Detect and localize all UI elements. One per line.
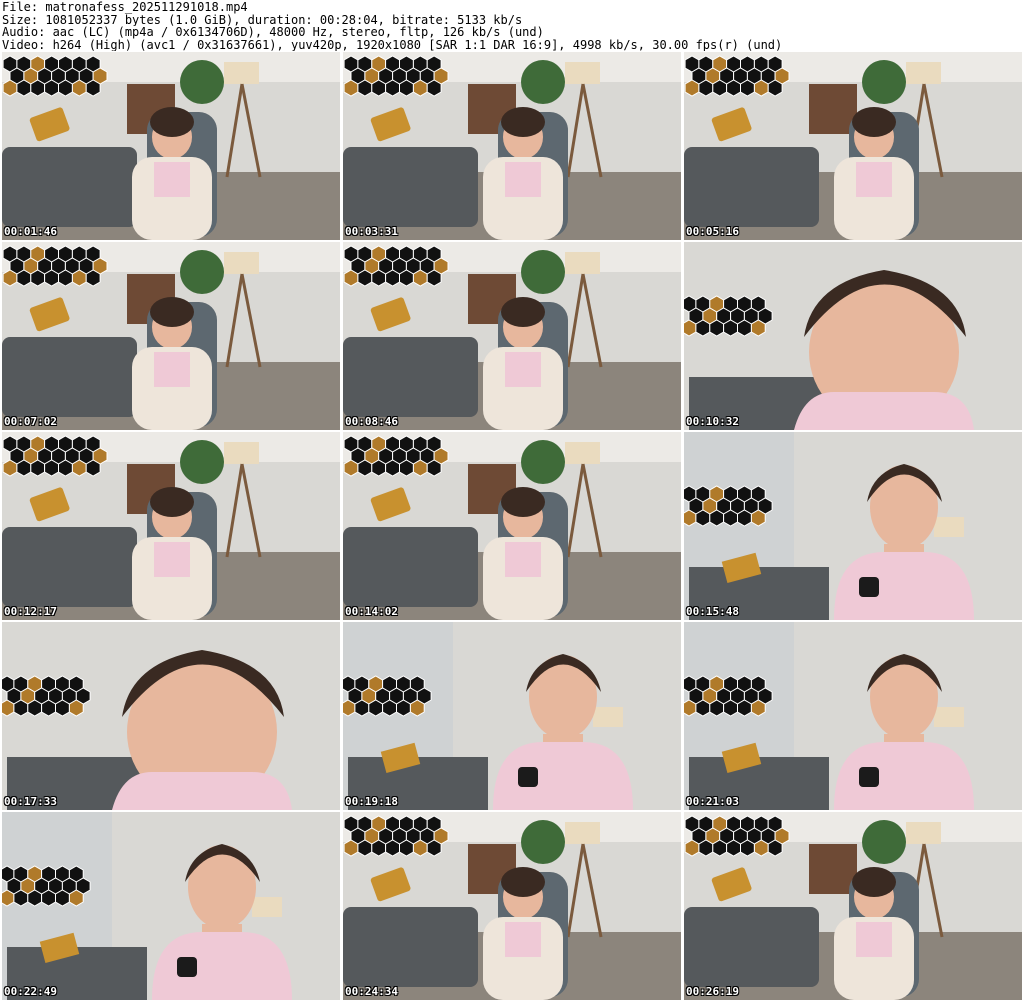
frame-image bbox=[684, 432, 1022, 620]
frame-timestamp: 00:22:49 bbox=[4, 985, 57, 998]
frame-timestamp: 00:10:32 bbox=[686, 415, 739, 428]
thumbnail-frame: 00:26:19 bbox=[684, 812, 1022, 1000]
frame-timestamp: 00:12:17 bbox=[4, 605, 57, 618]
frame-image bbox=[684, 242, 1022, 430]
frame-image bbox=[2, 242, 340, 430]
thumbnail-frame: 00:12:17 bbox=[2, 432, 340, 620]
thumbnail-grid: 00:01:46 00:03:31 00:05:16 00:07:02 00:0… bbox=[2, 52, 1022, 1002]
frame-image bbox=[343, 242, 681, 430]
frame-timestamp: 00:17:33 bbox=[4, 795, 57, 808]
video-info-line: Video: h264 (High) (avc1 / 0x31637661), … bbox=[2, 38, 783, 51]
frame-timestamp: 00:01:46 bbox=[4, 225, 57, 238]
audio-info-line: Audio: aac (LC) (mp4a / 0x6134706D), 480… bbox=[2, 26, 544, 39]
thumbnail-frame: 00:03:31 bbox=[343, 52, 681, 240]
thumbnail-frame: 00:01:46 bbox=[2, 52, 340, 240]
thumbnail-frame: 00:10:32 bbox=[684, 242, 1022, 430]
frame-image bbox=[2, 52, 340, 240]
frame-image bbox=[2, 622, 340, 810]
frame-timestamp: 00:19:18 bbox=[345, 795, 398, 808]
file-name-line: File: matronafess_202511291018.mp4 bbox=[2, 1, 248, 14]
frame-timestamp: 00:08:46 bbox=[345, 415, 398, 428]
frame-timestamp: 00:15:48 bbox=[686, 605, 739, 618]
thumbnail-frame: 00:17:33 bbox=[2, 622, 340, 810]
thumbnail-frame: 00:24:34 bbox=[343, 812, 681, 1000]
thumbnail-frame: 00:22:49 bbox=[2, 812, 340, 1000]
frame-image bbox=[684, 812, 1022, 1000]
thumbnail-frame: 00:21:03 bbox=[684, 622, 1022, 810]
thumbnail-frame: 00:19:18 bbox=[343, 622, 681, 810]
frame-image bbox=[2, 812, 340, 1000]
frame-image bbox=[684, 52, 1022, 240]
frame-image bbox=[343, 812, 681, 1000]
frame-timestamp: 00:14:02 bbox=[345, 605, 398, 618]
thumbnail-frame: 00:07:02 bbox=[2, 242, 340, 430]
frame-timestamp: 00:07:02 bbox=[4, 415, 57, 428]
frame-image bbox=[343, 622, 681, 810]
frame-image bbox=[343, 432, 681, 620]
frame-image bbox=[2, 432, 340, 620]
frame-timestamp: 00:03:31 bbox=[345, 225, 398, 238]
thumbnail-frame: 00:08:46 bbox=[343, 242, 681, 430]
frame-timestamp: 00:26:19 bbox=[686, 985, 739, 998]
file-size-line: Size: 1081052337 bytes (1.0 GiB), durati… bbox=[2, 13, 523, 26]
frame-timestamp: 00:05:16 bbox=[686, 225, 739, 238]
thumbnail-frame: 00:14:02 bbox=[343, 432, 681, 620]
frame-image bbox=[343, 52, 681, 240]
file-info-header: File: matronafess_202511291018.mp4 Size:… bbox=[2, 1, 1022, 51]
frame-timestamp: 00:24:34 bbox=[345, 985, 398, 998]
frame-image bbox=[684, 622, 1022, 810]
thumbnail-frame: 00:15:48 bbox=[684, 432, 1022, 620]
frame-timestamp: 00:21:03 bbox=[686, 795, 739, 808]
thumbnail-frame: 00:05:16 bbox=[684, 52, 1022, 240]
